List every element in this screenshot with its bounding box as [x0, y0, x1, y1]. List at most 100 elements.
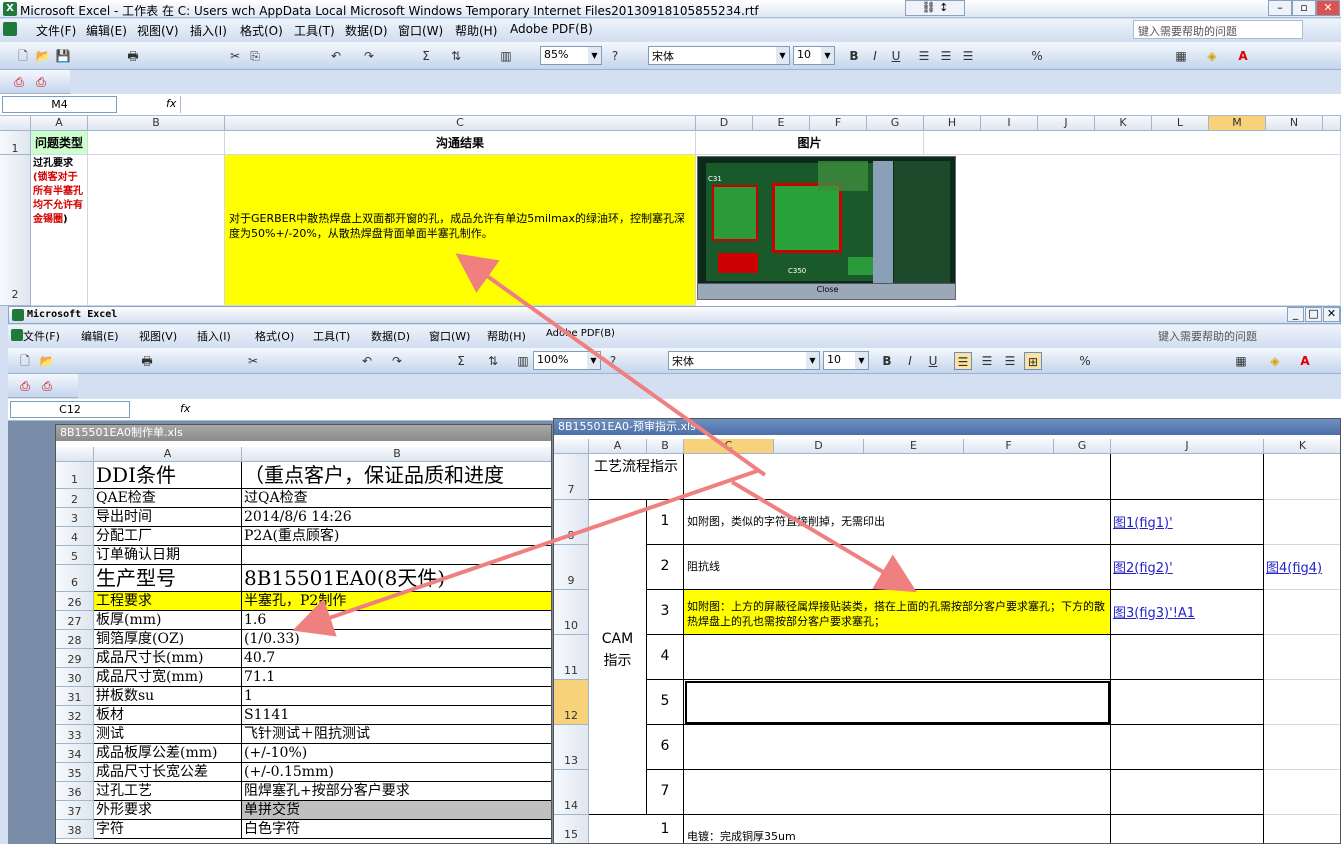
cell-b2[interactable] [88, 155, 225, 306]
inner-sort-icon[interactable]: ⇅ [484, 352, 502, 370]
cell-k7[interactable] [1264, 454, 1340, 500]
right-cell-item-number[interactable]: 3 [647, 590, 684, 635]
right-cell-instruction[interactable] [684, 725, 1111, 770]
left-cell-value[interactable]: S1141 [242, 706, 551, 725]
left-cell-label[interactable]: 成品板厚公差(mm) [94, 744, 242, 763]
left-cell-label[interactable]: 成品尺寸宽(mm) [94, 668, 242, 687]
inner-align-right-icon[interactable]: ☰ [1001, 352, 1019, 370]
left-row-header[interactable]: 37 [56, 801, 94, 820]
left-row-header[interactable]: 34 [56, 744, 94, 763]
inner-align-center-icon[interactable]: ☰ [978, 352, 996, 370]
menu-file[interactable]: 文件(F) [36, 22, 76, 39]
inner-menu-insert[interactable]: 插入(I) [197, 328, 231, 344]
minimize-button[interactable]: – [1268, 0, 1292, 16]
right-cell-item-number[interactable]: 1 [647, 815, 684, 843]
right-cell-figure-link[interactable]: 图1(fig1)' [1111, 500, 1264, 545]
left-cell-label[interactable]: 字符 [94, 820, 242, 839]
font-color-icon[interactable]: A [1234, 47, 1252, 65]
right-cell-k[interactable] [1264, 500, 1340, 545]
align-left-icon[interactable]: ☰ [915, 47, 933, 65]
left-cell-label[interactable]: 测试 [94, 725, 242, 744]
left-cell-label[interactable]: 生产型号 [94, 565, 242, 592]
left-row-header[interactable]: 3 [56, 508, 94, 527]
row-header-1[interactable]: 1 [0, 131, 31, 155]
autosum-icon[interactable]: Σ [417, 47, 435, 65]
right-cell-figure-link[interactable] [1111, 725, 1264, 770]
right-cell-item-number[interactable]: 2 [647, 545, 684, 590]
right-cell-figure-link[interactable] [1111, 635, 1264, 680]
right-cell-figure-link[interactable] [1111, 770, 1264, 815]
cell-process-flow-label[interactable]: 工艺流程指示 [589, 454, 684, 500]
right-row-header-15[interactable]: 15 [554, 815, 589, 843]
right-cell-instruction[interactable] [684, 680, 1111, 725]
left-cell-label[interactable]: 工程要求 [94, 592, 242, 611]
right-col-header-e[interactable]: E [864, 439, 964, 454]
col-header-j[interactable]: J [1038, 116, 1095, 131]
zoom-select[interactable]: 85% ▼ [540, 46, 602, 65]
pcb-close-bar[interactable]: Close [698, 283, 955, 299]
left-select-all[interactable] [56, 447, 94, 462]
font-size-select[interactable]: 10 ▼ [793, 46, 835, 65]
left-cell-value[interactable]: 1.6 [242, 611, 551, 630]
cell-h2-empty[interactable] [956, 155, 1341, 306]
function-icon[interactable]: fx [166, 97, 176, 110]
left-cell-label[interactable]: 板厚(mm) [94, 611, 242, 630]
inner-cut-icon[interactable]: ✂ [244, 352, 262, 370]
inner-close-button[interactable]: ✕ [1323, 307, 1340, 322]
left-cell-value[interactable]: 1 [242, 687, 551, 706]
left-cell-label[interactable]: 分配工厂 [94, 527, 242, 546]
save-icon[interactable]: 💾 [54, 47, 72, 65]
left-row-header[interactable]: 36 [56, 782, 94, 801]
inner-print-icon[interactable]: 🖶 [138, 352, 156, 370]
inner-new-icon[interactable]: 🗋 [16, 352, 34, 370]
left-cell-value[interactable] [242, 546, 551, 565]
inner-font-color-icon[interactable]: A [1296, 352, 1314, 370]
cell-a1-issue-type[interactable]: 问题类型 [31, 131, 88, 155]
inner-menu-help[interactable]: 帮助(H) [487, 328, 526, 344]
left-cell-value[interactable]: 半塞孔，P2制作 [242, 592, 551, 611]
cell-c2-result-text[interactable]: 对于GERBER中散热焊盘上双面都开窗的孔，成品允许有单边5milmax的绿油环… [225, 155, 696, 306]
underline-icon[interactable]: U [887, 47, 905, 65]
outer-formula-input[interactable] [180, 96, 1335, 113]
restore-button[interactable]: ▫ [1292, 0, 1316, 16]
right-col-header-g[interactable]: G [1054, 439, 1111, 454]
menu-tools[interactable]: 工具(T) [294, 22, 335, 39]
inner-pdf-convert-icon[interactable]: ⎙ [16, 377, 34, 395]
inner-minimize-button[interactable]: _ [1287, 307, 1304, 322]
inner-font-size-select[interactable]: 10 ▼ [823, 351, 869, 370]
right-row-header-7[interactable]: 7 [554, 454, 589, 500]
col-header-g[interactable]: G [867, 116, 924, 131]
inner-open-icon[interactable]: 📂 [38, 352, 56, 370]
left-row-header[interactable]: 35 [56, 763, 94, 782]
col-header-h[interactable]: H [924, 116, 981, 131]
inner-merge-center-icon[interactable]: ⊞ [1024, 352, 1042, 370]
percent-icon[interactable]: % [1028, 47, 1046, 65]
inner-menu-window[interactable]: 窗口(W) [429, 328, 470, 344]
right-cell-figure-link[interactable] [1111, 680, 1264, 725]
outer-name-box[interactable]: M4 [2, 96, 117, 113]
left-cell-label[interactable]: 拼板数su [94, 687, 242, 706]
col-header-b[interactable]: B [88, 116, 225, 131]
select-all-corner[interactable] [0, 116, 31, 131]
col-header-i[interactable]: I [981, 116, 1038, 131]
right-row-header-12[interactable]: 12 [554, 680, 589, 725]
inner-menu-view[interactable]: 视图(V) [139, 328, 177, 344]
right-cell-k[interactable]: 图4(fig4) [1264, 545, 1340, 590]
right-cell-instruction[interactable]: 阻抗线 [684, 545, 1111, 590]
left-row-header[interactable]: 26 [56, 592, 94, 611]
menu-help[interactable]: 帮助(H) [455, 22, 497, 39]
inner-name-box[interactable]: C12 [10, 401, 130, 418]
sort-asc-icon[interactable]: ⇅ [447, 47, 465, 65]
left-row-header[interactable]: 38 [56, 820, 94, 839]
col-header-f[interactable]: F [810, 116, 867, 131]
inner-function-icon[interactable]: fx [180, 402, 190, 415]
left-cell-label[interactable]: 成品尺寸长(mm) [94, 649, 242, 668]
right-workbook-title[interactable]: 8B15501EA0-预审指示.xls [554, 419, 1340, 435]
right-cell-item-number[interactable]: 7 [647, 770, 684, 815]
col-header-d[interactable]: D [696, 116, 753, 131]
right-cell-item-number[interactable]: 4 [647, 635, 684, 680]
right-cell-k[interactable] [1264, 590, 1340, 635]
col-header-a[interactable]: A [31, 116, 88, 131]
cell-d1-image[interactable]: 图片 [696, 131, 924, 155]
left-row-header[interactable]: 2 [56, 489, 94, 508]
